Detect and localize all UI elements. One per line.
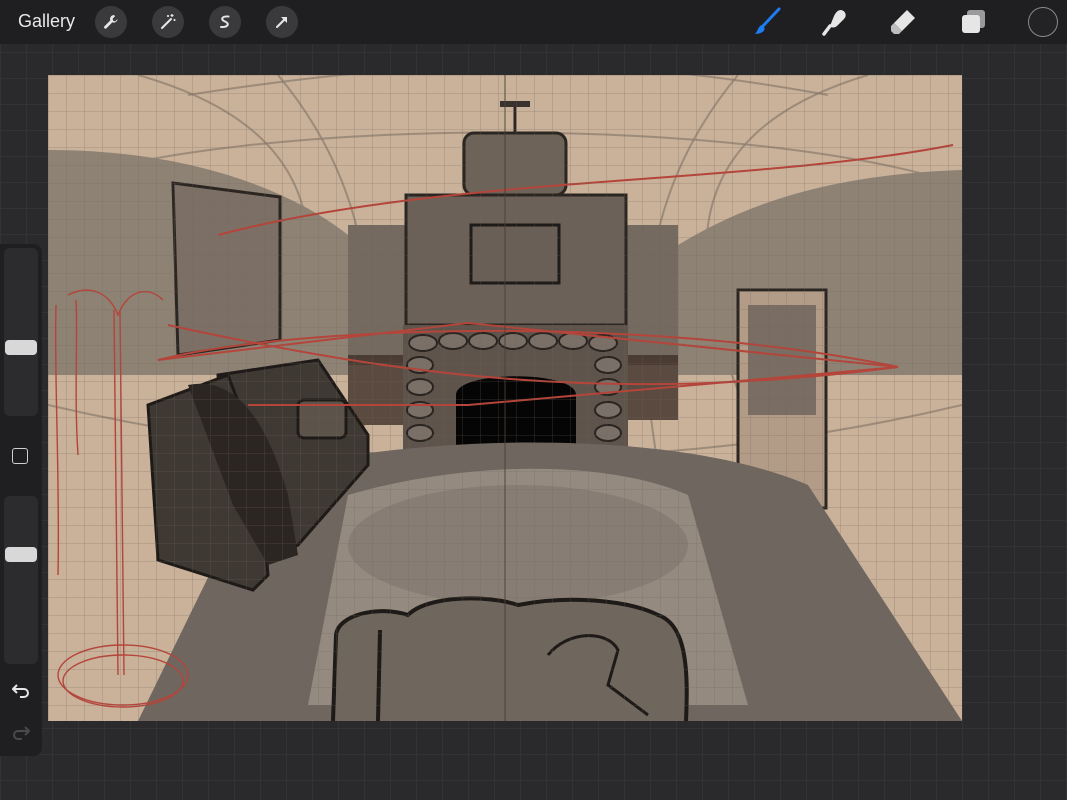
smudge-icon	[822, 10, 846, 36]
redo-icon	[13, 726, 30, 740]
transform-arrow-icon	[276, 17, 287, 28]
selection-button[interactable]	[209, 6, 241, 38]
redo-button[interactable]	[9, 722, 33, 742]
left-sidebar	[0, 244, 42, 756]
adjustments-button[interactable]	[152, 6, 184, 38]
gallery-button[interactable]: Gallery	[18, 11, 75, 32]
artwork-sketch	[48, 75, 962, 721]
brush-tool-button[interactable]	[750, 6, 784, 38]
brush-opacity-slider[interactable]	[4, 496, 38, 664]
color-picker-button[interactable]	[1028, 7, 1058, 37]
brush-opacity-knob[interactable]	[5, 547, 37, 562]
brush-icon	[755, 7, 781, 34]
undo-icon	[12, 684, 29, 698]
layers-icon	[962, 10, 985, 33]
eraser-tool-button[interactable]	[886, 6, 920, 38]
magic-wand-icon	[161, 14, 176, 29]
brush-size-slider[interactable]	[4, 248, 38, 416]
transform-button[interactable]	[266, 6, 298, 38]
smudge-tool-button[interactable]	[818, 6, 852, 38]
top-toolbar: Gallery	[0, 0, 1067, 44]
drawing-canvas[interactable]	[48, 75, 962, 721]
selection-icon	[220, 15, 230, 29]
wrench-icon	[104, 15, 118, 29]
actions-button[interactable]	[95, 6, 127, 38]
brush-size-knob[interactable]	[5, 340, 37, 355]
layers-button[interactable]	[956, 6, 990, 38]
eraser-icon	[891, 10, 915, 34]
undo-button[interactable]	[9, 680, 33, 700]
modify-button[interactable]	[12, 448, 28, 464]
